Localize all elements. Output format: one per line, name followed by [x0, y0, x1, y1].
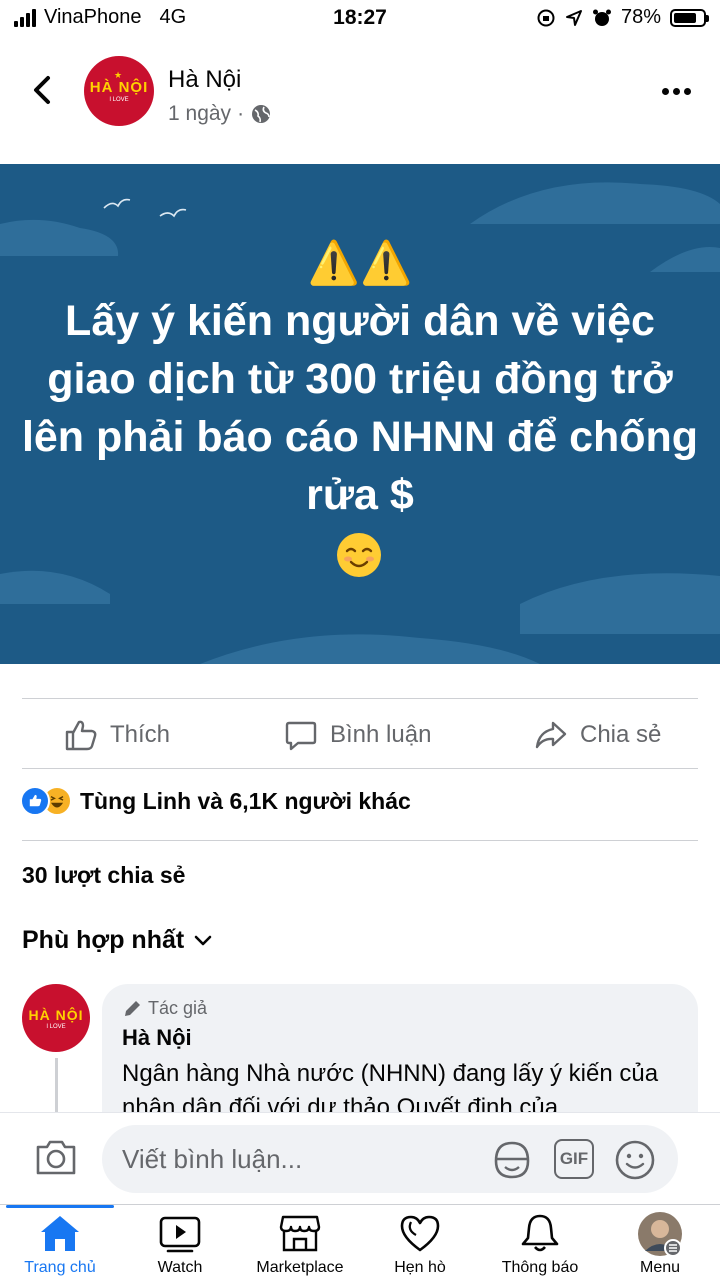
- tab-watch[interactable]: Watch: [120, 1205, 240, 1280]
- battery-percent: 78%: [620, 6, 661, 28]
- globe-icon: [252, 105, 271, 123]
- warning-emoji: ⚠️⚠️: [307, 238, 413, 287]
- author-badge: Tác giả: [122, 998, 678, 1019]
- alarm-icon: [592, 9, 611, 26]
- tab-notifications[interactable]: Thông báo: [480, 1205, 600, 1280]
- smiling-face-icon: [337, 533, 381, 577]
- comment-item: HÀ NỘI I LOVE Tác giả Hà Nội Ngân hàng N…: [22, 984, 720, 1184]
- comment-avatar[interactable]: HÀ NỘI I LOVE: [22, 984, 90, 1052]
- reactions-summary[interactable]: Tùng Linh và 6,1K người khác: [20, 786, 411, 816]
- camera-icon[interactable]: [34, 1137, 78, 1177]
- post-time[interactable]: 1 ngày: [168, 102, 231, 126]
- post-actions: Thích Bình luận Chia sẻ: [0, 706, 720, 764]
- avatar-sticker-icon[interactable]: [490, 1139, 534, 1181]
- avatar-title: HÀ NỘI: [89, 79, 149, 96]
- avatar-subtitle: I LOVE: [109, 97, 129, 103]
- comment-author[interactable]: Hà Nội: [122, 1025, 678, 1051]
- post-banner[interactable]: ⚠️⚠️ Lấy ý kiến người dân về việc giao d…: [0, 164, 720, 664]
- comment-sort-dropdown[interactable]: Phù hợp nhất: [22, 926, 212, 955]
- pencil-icon: [125, 1000, 140, 1016]
- meta-separator: ·: [237, 102, 245, 125]
- page-name[interactable]: Hà Nội: [168, 66, 241, 94]
- like-label: Thích: [110, 721, 171, 748]
- comment-label: Bình luận: [330, 721, 432, 748]
- status-bar: VinaPhone 4G 18:27 78%: [0, 0, 720, 40]
- comment-composer: GIF: [0, 1112, 720, 1204]
- sort-label: Phù hợp nhất: [22, 926, 185, 954]
- tab-label: Marketplace: [256, 1259, 344, 1276]
- comment-input-pill[interactable]: GIF: [102, 1125, 678, 1193]
- post-header: ★ HÀ NỘI I LOVE Hà Nội 1 ngày ·: [0, 48, 720, 138]
- page-avatar[interactable]: ★ HÀ NỘI I LOVE: [84, 56, 154, 126]
- divider: [22, 768, 698, 769]
- divider: [22, 698, 698, 699]
- orientation-lock-icon: [537, 9, 555, 26]
- tab-label: Trang chủ: [24, 1259, 96, 1276]
- like-reaction-icon: [20, 786, 50, 816]
- share-button[interactable]: Chia sẻ: [534, 706, 661, 764]
- tab-label: Hẹn hò: [394, 1259, 446, 1276]
- thumbs-up-icon: [65, 720, 97, 751]
- tab-label: Menu: [639, 1259, 681, 1276]
- tab-label: Thông báo: [501, 1259, 579, 1276]
- profile-avatar-icon: [638, 1212, 682, 1257]
- author-badge-label: Tác giả: [148, 998, 208, 1018]
- shares-count[interactable]: 30 lượt chia sẻ: [22, 862, 185, 889]
- status-right: 78%: [536, 6, 709, 29]
- comment-bubble-icon: [285, 721, 317, 751]
- like-button[interactable]: Thích: [64, 706, 170, 764]
- comment-input[interactable]: [122, 1125, 462, 1193]
- tab-dating[interactable]: Hẹn hò: [360, 1205, 480, 1280]
- avatar-title: HÀ NỘI: [28, 1006, 84, 1023]
- location-icon: [565, 9, 582, 26]
- more-options-icon[interactable]: [662, 86, 692, 96]
- chevron-down-icon: [194, 935, 212, 945]
- comment-button[interactable]: Bình luận: [284, 706, 431, 764]
- divider: [22, 840, 698, 841]
- tab-home[interactable]: Trang chủ: [0, 1205, 120, 1280]
- tab-marketplace[interactable]: Marketplace: [240, 1205, 360, 1280]
- tab-label: Watch: [157, 1259, 203, 1276]
- star-icon: ★: [114, 70, 123, 80]
- watch-video-icon: [159, 1216, 201, 1253]
- thread-line: [55, 1058, 58, 1118]
- active-tab-indicator: [6, 1205, 114, 1208]
- post-headline: Lấy ý kiến người dân về việc giao dịch t…: [21, 297, 699, 519]
- bottom-tab-bar: Trang chủ Watch Marketplace Hẹn hò Thông…: [0, 1204, 720, 1280]
- tab-menu[interactable]: Menu: [600, 1205, 720, 1280]
- home-icon: [41, 1216, 79, 1251]
- share-label: Chia sẻ: [580, 721, 662, 748]
- battery-icon: [670, 8, 709, 27]
- share-arrow-icon: [535, 721, 567, 749]
- gif-icon[interactable]: GIF: [554, 1139, 594, 1179]
- post-meta: 1 ngày ·: [168, 102, 272, 126]
- emoji-icon[interactable]: [614, 1139, 656, 1181]
- avatar-subtitle: I LOVE: [46, 1023, 66, 1030]
- reactions-text: Tùng Linh và 6,1K người khác: [80, 787, 411, 814]
- marketplace-shop-icon: [279, 1215, 321, 1252]
- bell-icon: [521, 1214, 559, 1252]
- back-arrow-icon[interactable]: [24, 70, 60, 110]
- heart-dating-icon: [400, 1215, 440, 1252]
